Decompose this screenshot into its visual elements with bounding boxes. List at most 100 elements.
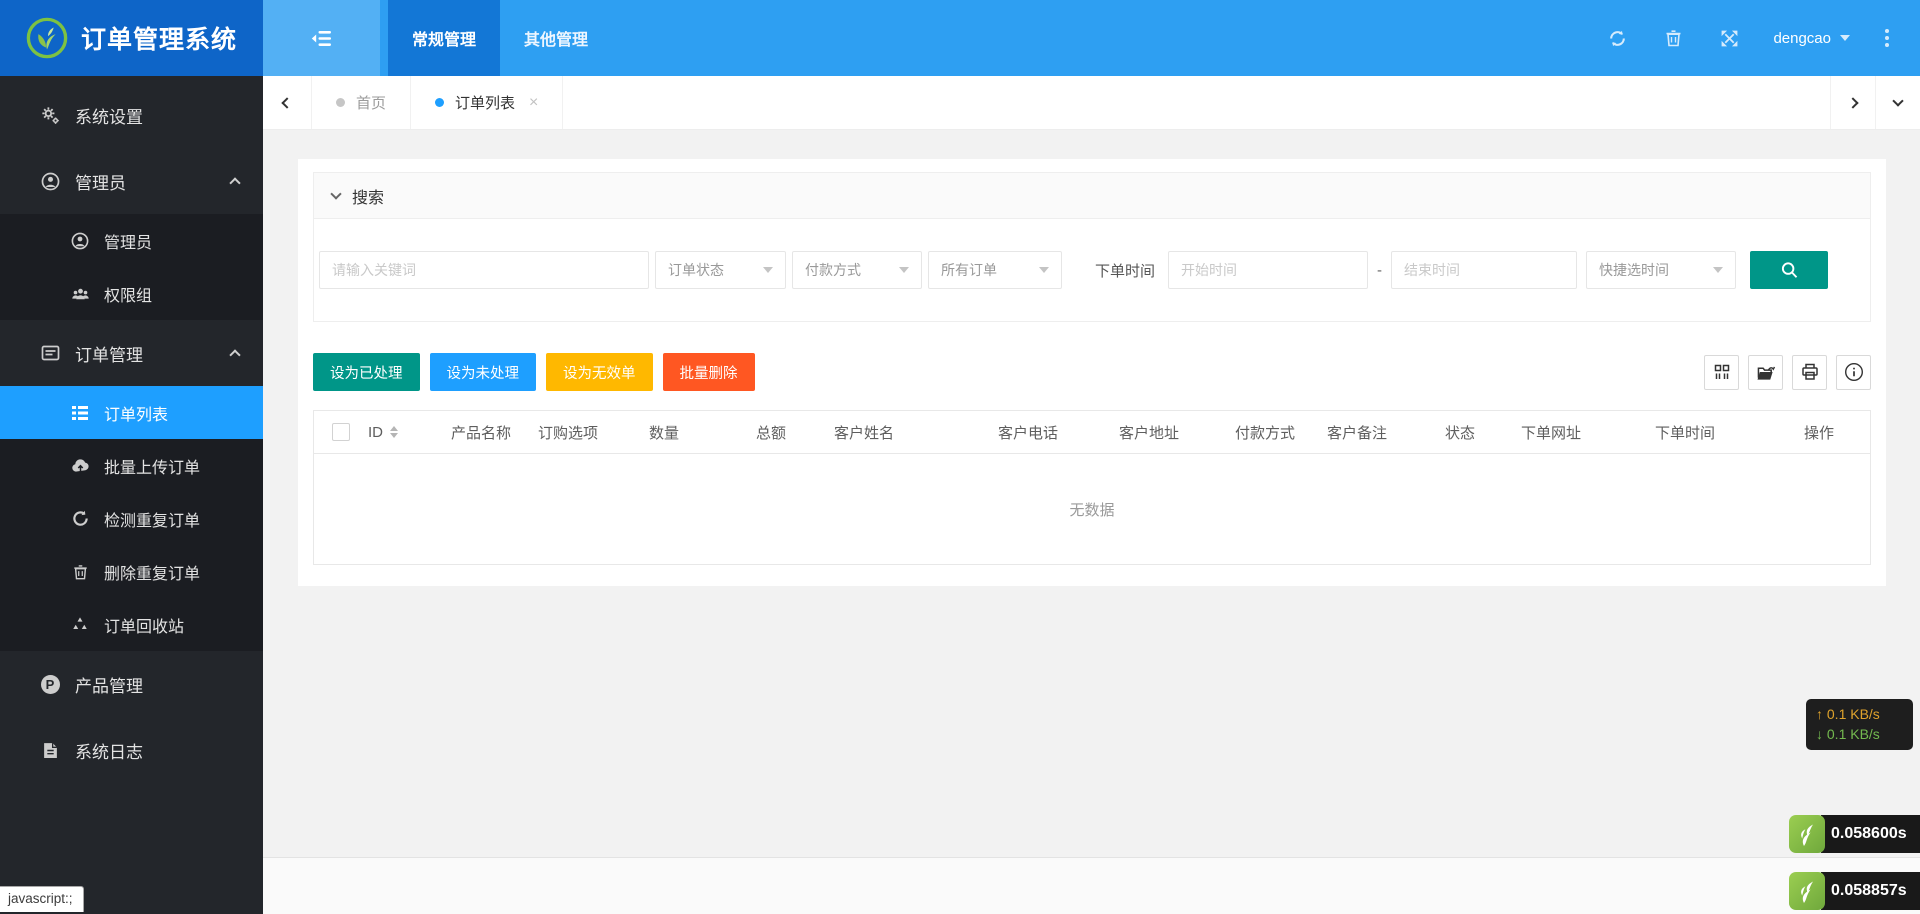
- sidebar-item-label: 订单列表: [104, 401, 168, 425]
- order-management-app: 订单管理系统 常规管理 其他管理: [0, 0, 1920, 914]
- more-menu-button[interactable]: [1866, 0, 1908, 76]
- payment-method-select[interactable]: 付款方式: [792, 251, 922, 289]
- sidebar-item-label: 管理员: [75, 169, 126, 194]
- start-time-input[interactable]: [1168, 251, 1368, 289]
- sidebar-item-order-list[interactable]: 订单列表: [0, 386, 263, 439]
- list-icon: [70, 405, 90, 421]
- sidebar-item-system-log[interactable]: 系统日志: [0, 717, 263, 783]
- upload-speed: ↑ 0.1 KB/s: [1816, 704, 1903, 724]
- top-nav: 常规管理 其他管理: [263, 0, 1589, 76]
- keyword-input[interactable]: [319, 251, 649, 289]
- chevron-down-icon: [1892, 95, 1903, 106]
- form-icon: [40, 345, 60, 361]
- header-actions: dengcao: [1589, 0, 1920, 76]
- column-header-product-name: 产品名称: [451, 422, 538, 443]
- sidebar-item-product-management[interactable]: 产品管理: [0, 651, 263, 717]
- sidebar-collapse-button[interactable]: [263, 0, 380, 76]
- caret-down-icon: [1713, 267, 1723, 278]
- page-footer-strip: [263, 857, 1920, 914]
- end-time-input[interactable]: [1391, 251, 1577, 289]
- sidebar-item-delete-duplicates[interactable]: 删除重复订单: [0, 545, 263, 598]
- tips-button[interactable]: [1836, 355, 1871, 390]
- close-icon[interactable]: ×: [529, 94, 538, 112]
- export-icon: [1756, 364, 1776, 381]
- search-panel: 搜索 订单状态 付款方式 所有订单 下单时间 -: [313, 172, 1871, 322]
- sidebar-item-label: 订单回收站: [104, 613, 184, 637]
- order-status-select[interactable]: 订单状态: [655, 251, 786, 289]
- sidebar-item-admin-list[interactable]: 管理员: [0, 214, 263, 267]
- chevron-right-icon: [1847, 97, 1858, 108]
- columns-icon: [1713, 363, 1731, 381]
- thinkphp-logo-icon: [1789, 815, 1825, 853]
- chevron-left-icon: [281, 97, 292, 108]
- columns-filter-button[interactable]: [1704, 355, 1739, 390]
- debug-timer-value: 0.058857s: [1821, 872, 1920, 910]
- table-header-row: ID 产品名称 订购选项 数量 总额 客户姓名 客户电话 客户地址 付款方式 客…: [314, 411, 1870, 454]
- date-range-separator: -: [1377, 262, 1382, 279]
- tabs-menu-button[interactable]: [1875, 76, 1920, 129]
- sidebar-item-permission-groups[interactable]: 权限组: [0, 267, 263, 320]
- sidebar-item-order-management[interactable]: 订单管理: [0, 320, 263, 386]
- users-icon: [70, 286, 90, 302]
- sidebar: 系统设置 管理员: [0, 76, 263, 914]
- column-header-customer-address: 客户地址: [1119, 422, 1235, 443]
- table-tools: [1704, 355, 1871, 390]
- fullscreen-button[interactable]: [1701, 0, 1757, 76]
- debug-timer-badge[interactable]: 0.058600s: [1789, 815, 1920, 853]
- search-button[interactable]: [1750, 251, 1828, 289]
- tab-home[interactable]: 首页: [311, 76, 411, 129]
- app-logo: 订单管理系统: [0, 0, 263, 76]
- app-title: 订单管理系统: [81, 20, 237, 56]
- trash-icon: [1665, 29, 1682, 47]
- debug-timer-badge[interactable]: 0.058857s: [1789, 872, 1920, 910]
- select-all-cell: [314, 423, 368, 441]
- link-status-tooltip: javascript:;: [0, 886, 84, 912]
- batch-delete-button[interactable]: 批量删除: [663, 353, 755, 391]
- print-button[interactable]: [1792, 355, 1827, 390]
- set-invalid-button[interactable]: 设为无效单: [546, 353, 653, 391]
- sidebar-item-label: 批量上传订单: [104, 454, 200, 478]
- sidebar-item-detect-duplicates[interactable]: 检测重复订单: [0, 492, 263, 545]
- set-processed-button[interactable]: 设为已处理: [313, 353, 420, 391]
- sidebar-item-order-recycle-bin[interactable]: 订单回收站: [0, 598, 263, 651]
- sidebar-item-label: 系统日志: [75, 738, 143, 763]
- set-unprocessed-button[interactable]: 设为未处理: [430, 353, 537, 391]
- caret-down-icon: [763, 267, 773, 278]
- column-header-total: 总额: [756, 422, 834, 443]
- refresh-button[interactable]: [1589, 0, 1645, 76]
- user-menu[interactable]: dengcao: [1757, 0, 1866, 76]
- order-scope-select[interactable]: 所有订单: [928, 251, 1062, 289]
- sidebar-item-label: 系统设置: [75, 103, 143, 128]
- search-icon: [1779, 260, 1800, 281]
- sidebar-item-label: 订单管理: [75, 341, 143, 366]
- search-panel-header[interactable]: 搜索: [314, 173, 1870, 219]
- select-all-checkbox[interactable]: [332, 423, 350, 441]
- quick-time-select[interactable]: 快捷选时间: [1586, 251, 1736, 289]
- sidebar-item-batch-upload[interactable]: 批量上传订单: [0, 439, 263, 492]
- column-header-customer-note: 客户备注: [1327, 422, 1445, 443]
- chevron-down-icon: [1840, 35, 1850, 46]
- column-header-status: 状态: [1445, 422, 1521, 443]
- sidebar-item-label: 删除重复订单: [104, 560, 200, 584]
- document-icon: [40, 742, 60, 759]
- tab-order-list[interactable]: 订单列表 ×: [411, 76, 563, 129]
- user-circle-icon: [40, 172, 60, 191]
- tab-dot-icon: [435, 98, 444, 107]
- search-panel-title: 搜索: [352, 184, 384, 208]
- sidebar-item-admin[interactable]: 管理员: [0, 148, 263, 214]
- download-speed: ↓ 0.1 KB/s: [1816, 724, 1903, 744]
- export-button[interactable]: [1748, 355, 1783, 390]
- tabs-scroll-left-button[interactable]: [263, 76, 311, 129]
- column-header-order-url: 下单网址: [1521, 422, 1655, 443]
- tab-label: 首页: [356, 92, 386, 113]
- chevron-up-icon: [229, 177, 240, 188]
- sidebar-item-system-settings[interactable]: 系统设置: [0, 82, 263, 148]
- orders-table: ID 产品名称 订购选项 数量 总额 客户姓名 客户电话 客户地址 付款方式 客…: [313, 410, 1871, 565]
- tabs-scroll-right-button[interactable]: [1830, 76, 1875, 129]
- select-placeholder: 订单状态: [668, 260, 724, 280]
- nav-item-general[interactable]: 常规管理: [388, 0, 500, 76]
- nav-item-other[interactable]: 其他管理: [500, 0, 612, 76]
- sort-icon[interactable]: [390, 426, 398, 438]
- column-header-id[interactable]: ID: [368, 424, 451, 441]
- clear-cache-button[interactable]: [1645, 0, 1701, 76]
